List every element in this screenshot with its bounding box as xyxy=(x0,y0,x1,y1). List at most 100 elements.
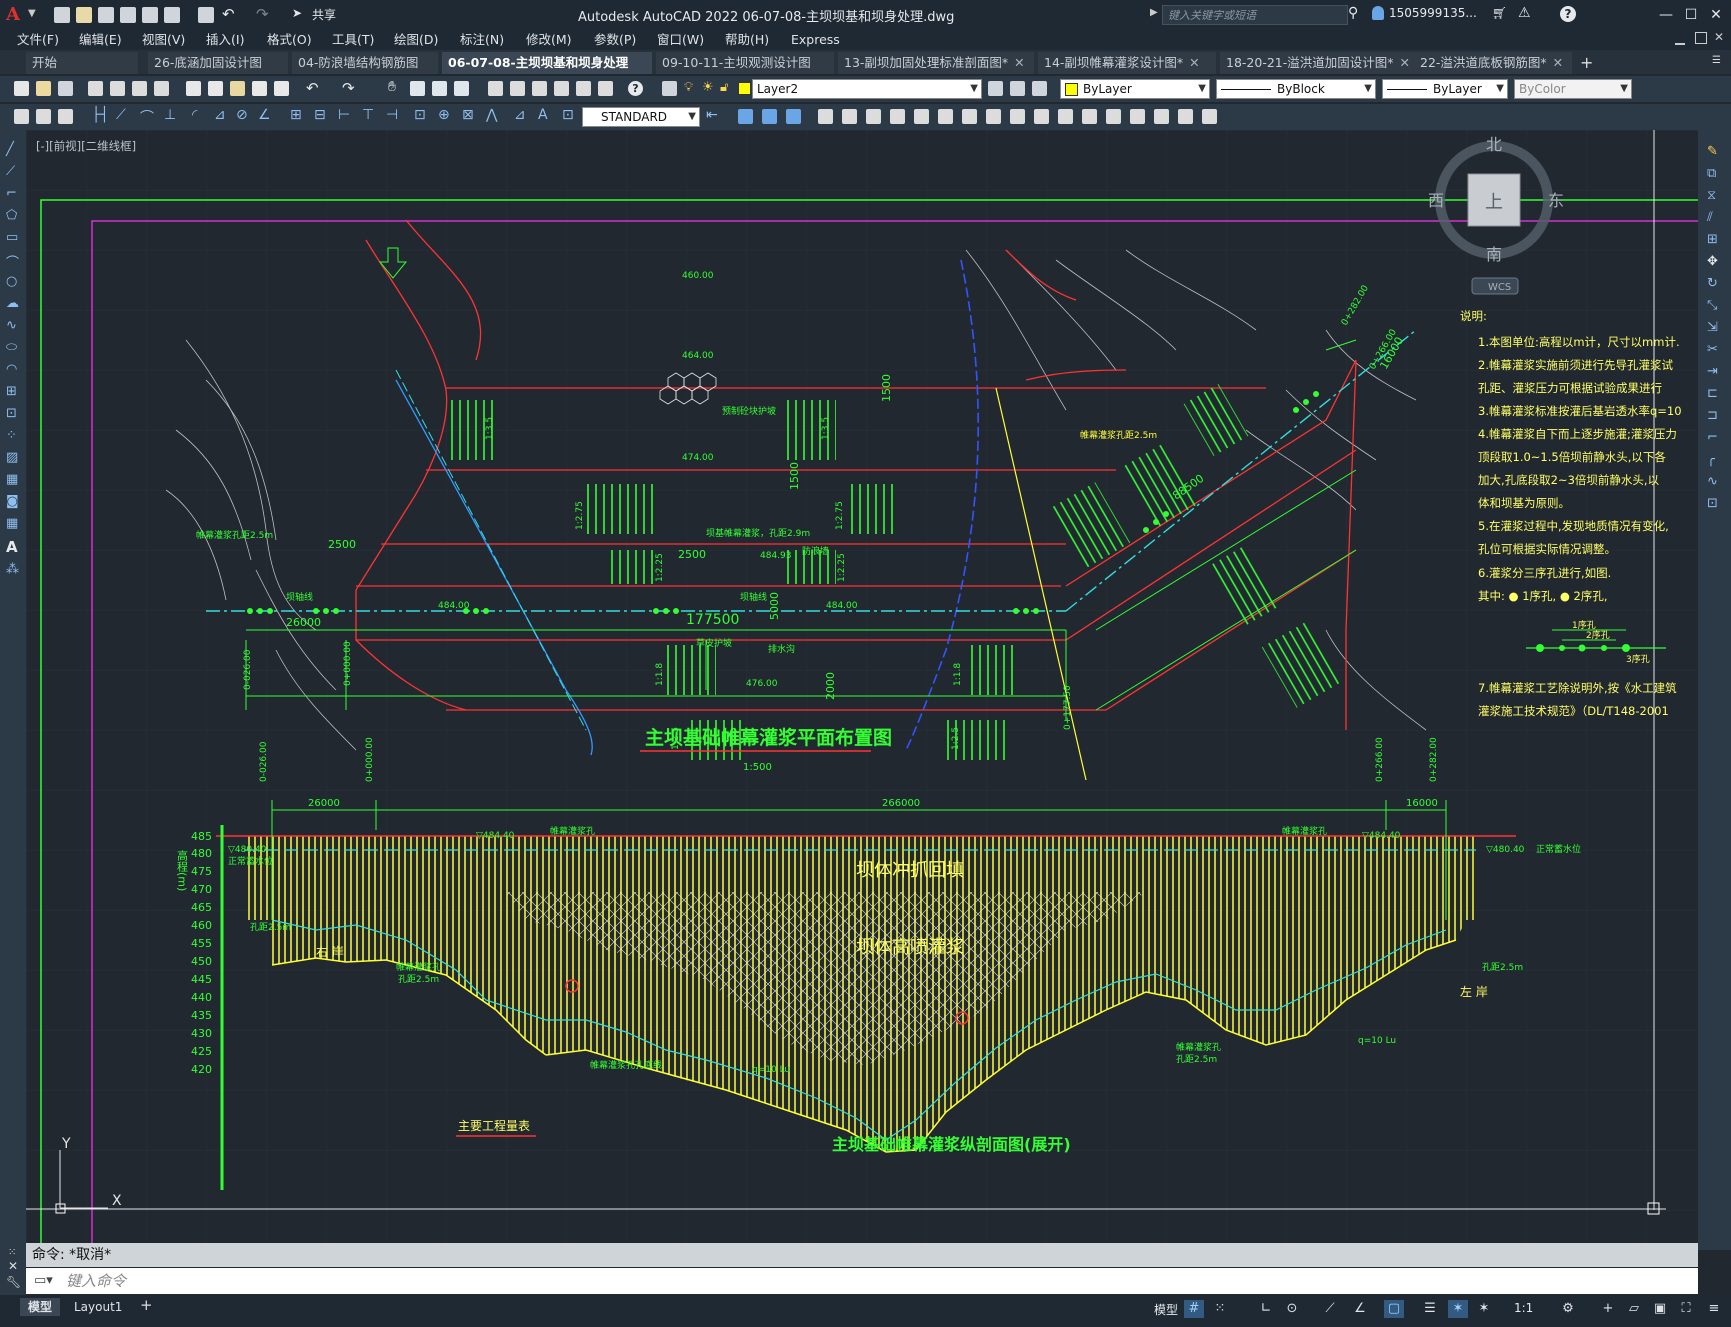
layer-previous-icon[interactable] xyxy=(1010,81,1025,96)
help-icon[interactable]: ? xyxy=(1560,6,1576,22)
close-command-icon[interactable]: ✕ xyxy=(8,1259,18,1273)
menu-dimension[interactable]: 标注(N) xyxy=(460,30,504,50)
dim-ordinate-icon[interactable]: ⊥ xyxy=(164,107,176,123)
make-block-icon[interactable]: ⊡ xyxy=(6,406,17,421)
mirror-icon[interactable]: ⧖ xyxy=(1707,188,1716,203)
chamfer-icon[interactable]: ⌐ xyxy=(1707,430,1718,445)
render-icon[interactable] xyxy=(1202,109,1217,124)
autocad-logo-icon[interactable]: A xyxy=(6,4,28,26)
dim-linear-icon[interactable]: ├┤ xyxy=(92,107,109,123)
design-center-icon[interactable] xyxy=(510,81,525,96)
annotation-visibility-icon[interactable]: ✶ xyxy=(1448,1300,1468,1318)
3d-orbit-icon[interactable] xyxy=(738,109,753,124)
wcs-label[interactable]: WCS xyxy=(1488,282,1511,293)
paste-icon[interactable] xyxy=(230,81,245,96)
drawing-svg[interactable]: Y X 460.00 464.00 474.00 484.00 484.00 4… xyxy=(26,130,1698,1250)
tab-close-icon[interactable]: ✕ xyxy=(1553,55,1563,70)
layout-tab-model[interactable]: 模型 xyxy=(20,1298,61,1316)
offset-icon[interactable]: ⫽ xyxy=(1707,210,1713,225)
tab-file[interactable]: 22-溢洪道底板钢筋图* ✕ xyxy=(1414,52,1572,74)
new-tab-icon[interactable]: + xyxy=(1580,53,1593,72)
polygon-icon[interactable]: ⬠ xyxy=(6,208,17,223)
shell-icon[interactable] xyxy=(1082,109,1097,124)
layer-on-icon[interactable]: 💡︎ xyxy=(684,80,693,95)
point-icon[interactable]: ⁘ xyxy=(6,428,17,443)
doc-minimize-icon[interactable] xyxy=(1675,33,1685,45)
menu-modify[interactable]: 修改(M) xyxy=(526,30,572,50)
redo-icon[interactable]: ↷ xyxy=(256,5,269,23)
arc-icon[interactable]: ⌒ xyxy=(6,252,19,271)
dim-diameter-icon[interactable]: ⊘ xyxy=(236,107,248,123)
ellipse-icon[interactable]: ⬭ xyxy=(6,340,17,355)
check-icon[interactable] xyxy=(1130,109,1145,124)
copy-object-icon[interactable]: ⧉ xyxy=(1707,166,1716,181)
object-snap-tracking-icon[interactable]: ∠ xyxy=(1350,1300,1370,1318)
save-to-web-icon[interactable] xyxy=(164,7,180,23)
block-editor-icon[interactable] xyxy=(274,81,289,96)
user-name[interactable]: 1505999135... xyxy=(1389,6,1477,20)
viewcube-top[interactable]: 上 xyxy=(1485,192,1503,213)
tab-close-icon[interactable]: ✕ xyxy=(1189,55,1199,70)
tolerance-icon[interactable]: ⊡ xyxy=(414,107,426,123)
help-icon[interactable]: ? xyxy=(628,81,643,96)
menu-window[interactable]: 窗口(W) xyxy=(657,30,704,50)
customize-icon[interactable]: 🔧︎ xyxy=(6,1275,21,1289)
tab-file[interactable]: 18-20-21-溢洪道加固设计图* ✕ xyxy=(1220,52,1416,74)
markup-icon[interactable] xyxy=(576,81,591,96)
menu-draw[interactable]: 绘图(D) xyxy=(394,30,438,50)
doc-restore-icon[interactable] xyxy=(1695,32,1707,44)
linetype-dropdown[interactable]: ByBlock ▼ xyxy=(1216,79,1376,99)
imprint-icon[interactable] xyxy=(1058,109,1073,124)
3d-walk-icon[interactable] xyxy=(786,109,801,124)
grid-toggle-icon[interactable]: # xyxy=(1184,1300,1204,1318)
cut-icon[interactable] xyxy=(186,81,201,96)
dim-update-icon[interactable]: ⊡ xyxy=(562,107,574,123)
matchprop-icon[interactable] xyxy=(252,81,267,96)
annotation-monitor-icon[interactable]: + xyxy=(1598,1300,1618,1318)
polar-tracking-icon[interactable]: ⊙ xyxy=(1282,1300,1302,1318)
tool-palettes-icon[interactable] xyxy=(532,81,547,96)
viewcube-north[interactable]: 北 xyxy=(1486,135,1502,154)
doc-close-icon[interactable]: ✕ xyxy=(1714,30,1724,44)
search-input[interactable]: 键入关键字或短语 xyxy=(1162,5,1348,25)
maximize-button[interactable]: ☐ xyxy=(1680,4,1702,26)
spline-icon[interactable]: ∿ xyxy=(6,318,17,333)
menu-format[interactable]: 格式(O) xyxy=(267,30,312,50)
pan-icon[interactable]: ✋︎ xyxy=(388,79,396,95)
plot-preview-icon[interactable] xyxy=(110,81,125,96)
command-line-handle[interactable]: ⁙ ✕ 🔧︎ xyxy=(0,1243,26,1295)
inspect-icon[interactable]: ⊠ xyxy=(462,107,474,123)
lineweight-dropdown[interactable]: ByLayer ▼ xyxy=(1382,79,1508,99)
revolve-icon[interactable] xyxy=(842,109,857,124)
search-expand-icon[interactable]: ▶ xyxy=(1150,7,1158,18)
dim-jogged-icon[interactable]: ⊿ xyxy=(214,107,226,123)
slice-icon[interactable] xyxy=(1010,109,1025,124)
3d-view-icon[interactable] xyxy=(762,109,777,124)
circle-icon[interactable]: ○ xyxy=(6,274,17,289)
join-icon[interactable]: ⊐ xyxy=(1707,408,1718,423)
qnew-icon[interactable] xyxy=(14,81,29,96)
tab-close-icon[interactable]: ✕ xyxy=(1400,55,1410,70)
menu-parametric[interactable]: 参数(P) xyxy=(594,30,636,50)
workspace-gear-icon[interactable]: ⚙ xyxy=(1558,1300,1578,1318)
dim-baseline-icon[interactable]: ⊟ xyxy=(314,107,326,123)
save-as-icon[interactable] xyxy=(120,7,136,23)
stretch-icon[interactable]: ⇲ xyxy=(1707,320,1718,335)
layer-walk-icon[interactable] xyxy=(36,109,51,124)
share-icon[interactable]: ➤ xyxy=(292,6,302,20)
viewcube-east[interactable]: 东 xyxy=(1548,191,1564,210)
tab-file-active[interactable]: 06-07-08-主坝坝基和坝身处理*✕ xyxy=(442,52,652,92)
region-icon[interactable]: ◙ xyxy=(6,494,19,509)
section-plane-icon[interactable] xyxy=(1154,109,1169,124)
array-icon[interactable]: ⊞ xyxy=(1707,232,1718,247)
tab-file[interactable]: 13-副坝加固处理标准剖面图* ✕ xyxy=(838,52,1034,74)
viewcube-south[interactable]: 南 xyxy=(1486,245,1502,264)
sweep-icon[interactable] xyxy=(866,109,881,124)
dim-break-icon[interactable]: ⊣ xyxy=(386,107,398,123)
open-file-icon[interactable] xyxy=(76,7,92,23)
fillet-icon[interactable]: ╭ xyxy=(1707,452,1715,467)
center-mark-icon[interactable]: ⊕ xyxy=(438,107,450,123)
redo-icon[interactable]: ↷ xyxy=(342,79,355,97)
revision-cloud-icon[interactable]: ☁︎ xyxy=(6,296,19,311)
tab-start[interactable]: 开始 xyxy=(26,52,138,74)
